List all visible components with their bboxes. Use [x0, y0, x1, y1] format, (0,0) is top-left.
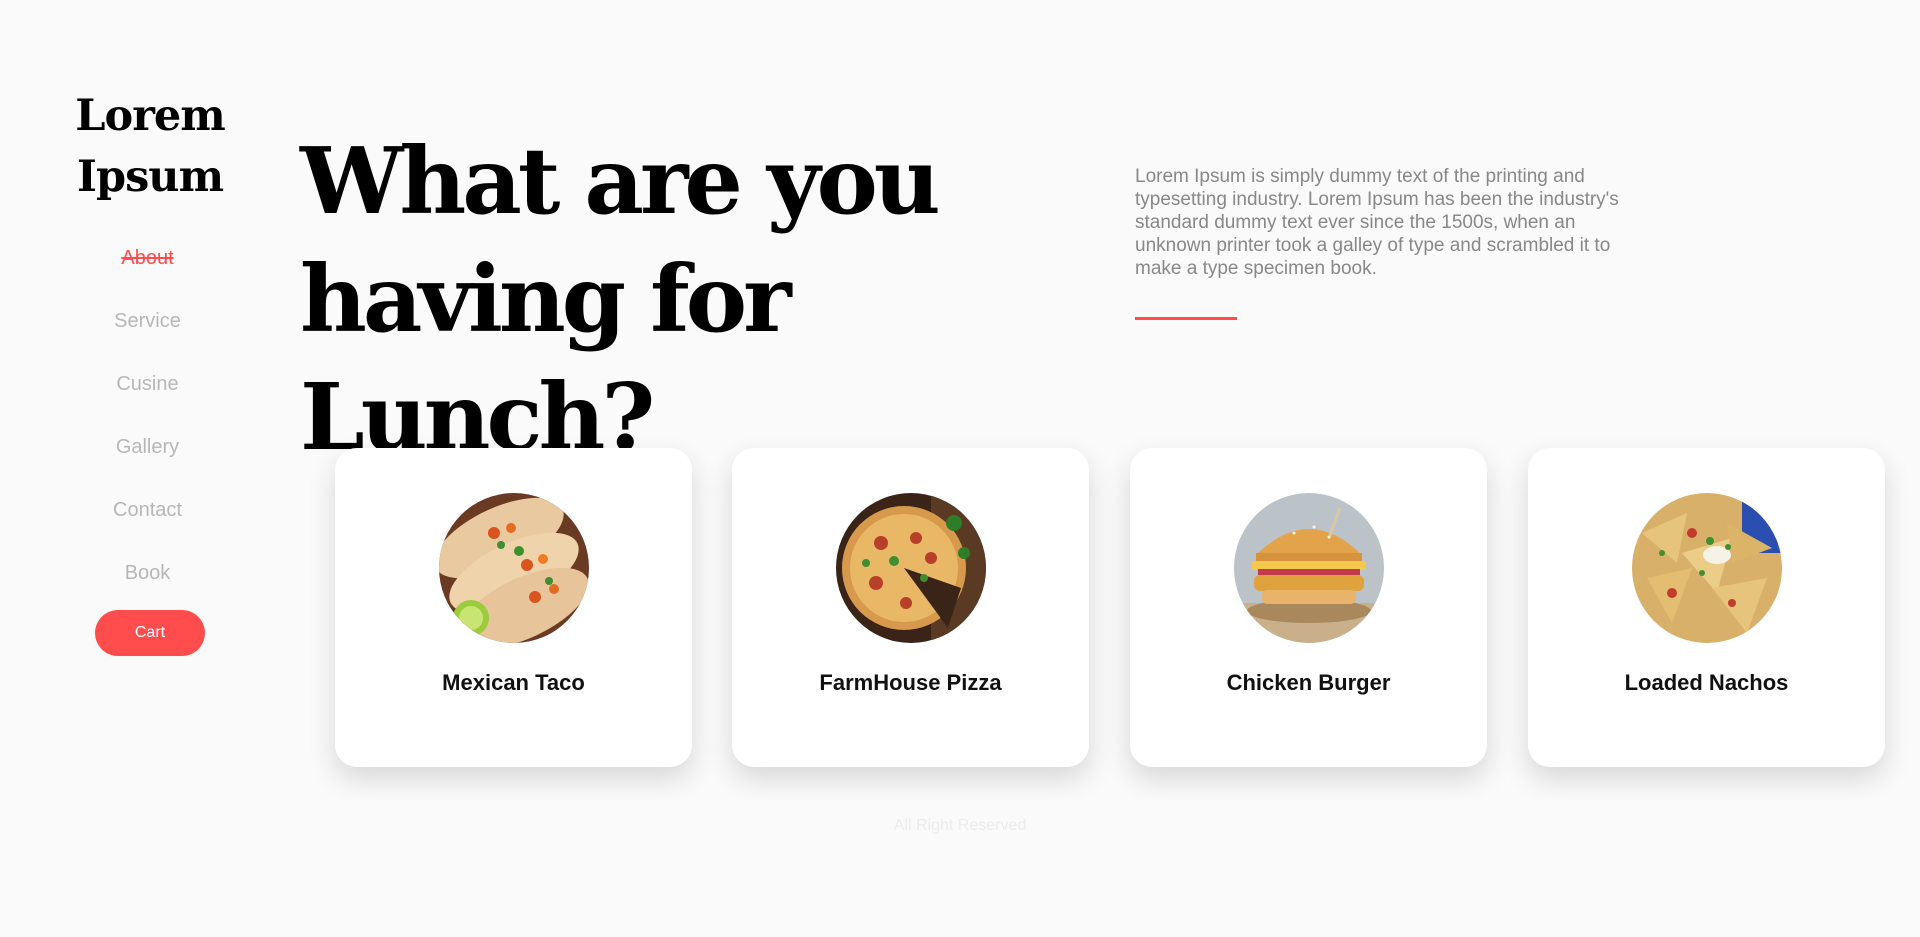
sidebar: Lorem Ipsum About Service Cusine Gallery…: [0, 0, 300, 700]
dish-cards: Mexican Taco FarmHouse Pizza Chicken Bur…: [335, 448, 1885, 768]
nachos-image: [1632, 493, 1782, 643]
dish-name: FarmHouse Pizza: [819, 670, 1002, 695]
nav-menu: About Service Cusine Gallery Contact Boo…: [0, 243, 295, 621]
dish-name: Mexican Taco: [442, 670, 585, 695]
logo-line-2: Ipsum: [76, 152, 224, 202]
page: Lorem Ipsum About Service Cusine Gallery…: [0, 0, 1920, 937]
hero-title-line-2: having for Lunch?: [300, 245, 792, 471]
dish-name: Loaded Nachos: [1624, 670, 1789, 695]
footer-copyright: All Right Reserved: [893, 817, 1027, 834]
logo-line-1: Lorem: [75, 91, 225, 141]
accent-divider: [1135, 317, 1237, 320]
nav-item-contact[interactable]: Contact: [0, 495, 295, 558]
hero-title: What are you having for Lunch?: [300, 122, 1100, 476]
logo[interactable]: Lorem Ipsum: [0, 86, 300, 208]
nav-item-gallery[interactable]: Gallery: [0, 432, 295, 495]
nav-item-about[interactable]: About: [0, 243, 295, 306]
dish-card-chicken-burger[interactable]: Chicken Burger: [1130, 448, 1487, 767]
taco-image: [439, 493, 589, 643]
cart-button[interactable]: Cart: [95, 610, 205, 656]
hero-title-line-1: What are you: [300, 127, 941, 235]
dish-card-mexican-taco[interactable]: Mexican Taco: [335, 448, 692, 767]
pizza-image: [836, 493, 986, 643]
nav-item-cusine[interactable]: Cusine: [0, 369, 295, 432]
dish-card-loaded-nachos[interactable]: Loaded Nachos: [1528, 448, 1885, 767]
hero-description: Lorem Ipsum is simply dummy text of the …: [1135, 166, 1619, 279]
dish-card-farmhouse-pizza[interactable]: FarmHouse Pizza: [732, 448, 1089, 767]
dish-name: Chicken Burger: [1226, 670, 1391, 695]
nav-item-service[interactable]: Service: [0, 306, 295, 369]
burger-image: [1234, 493, 1384, 643]
